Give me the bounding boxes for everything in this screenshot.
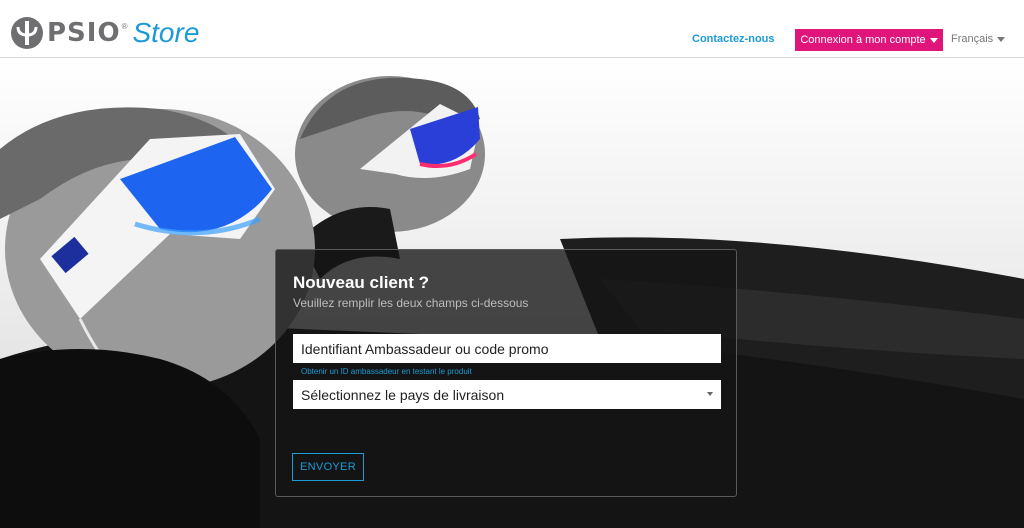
login-account-label: Connexion à mon compte <box>800 34 926 46</box>
psio-logo-icon <box>11 17 43 49</box>
chevron-down-icon <box>929 37 938 43</box>
logo-store-text: Store <box>132 17 200 48</box>
logo-registered-mark: ® <box>121 21 128 31</box>
login-account-button[interactable]: Connexion à mon compte <box>795 29 943 51</box>
site-header: PSIO ® Store Contactez-nous Connexion à … <box>0 0 1024 58</box>
delivery-country-select[interactable]: Sélectionnez le pays de livraison <box>293 380 721 409</box>
psio-store-logo[interactable]: PSIO ® Store <box>10 15 199 51</box>
language-label: Français <box>951 33 994 45</box>
submit-button[interactable]: ENVOYER <box>292 453 364 481</box>
ambassador-code-input[interactable] <box>293 334 721 363</box>
new-client-form-card: Nouveau client ? Veuillez remplir les de… <box>275 249 737 497</box>
ambassador-id-help-link[interactable]: Obtenir un ID ambassadeur en testant le … <box>301 367 472 376</box>
form-subtitle: Veuillez remplir les deux champs ci-dess… <box>293 296 529 310</box>
contact-link[interactable]: Contactez-nous <box>692 33 775 45</box>
hero-banner: Nouveau client ? Veuillez remplir les de… <box>0 59 1024 528</box>
delivery-country-value: Sélectionnez le pays de livraison <box>301 386 505 403</box>
chevron-down-icon <box>707 392 713 396</box>
chevron-down-icon <box>997 36 1006 42</box>
language-selector[interactable]: Français <box>951 33 1006 45</box>
form-title: Nouveau client ? <box>293 273 430 292</box>
logo-brand-text: PSIO <box>47 18 121 48</box>
